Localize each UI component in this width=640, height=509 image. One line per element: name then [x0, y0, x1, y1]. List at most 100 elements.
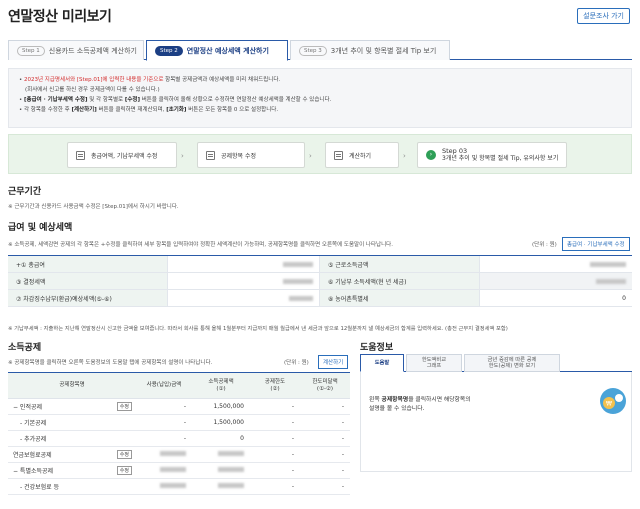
row-value: [480, 256, 632, 272]
deduction-name[interactable]: - 기본공제: [20, 418, 46, 427]
row-value: 0: [622, 294, 626, 302]
notice-line-3: • [총급여 · 기납부세액 수정] 및 각 항목별로 [수정] 버튼을 클릭하…: [19, 97, 332, 103]
arrow-right-icon: ›: [181, 152, 184, 160]
survey-button[interactable]: 설문조사 가기: [577, 8, 630, 24]
work-period-heading: 근무기간: [8, 187, 42, 197]
row-value: [168, 273, 320, 289]
notice-bold: [수정]: [124, 97, 140, 103]
deduction-table: 공제항목명 사용(납입)금액 소득공제액 (①) 공제한도 (②) 한도미달액 …: [8, 372, 350, 495]
row-value: [168, 256, 320, 272]
table-row: − 인적공제 수정 - 1,500,000 - -: [8, 399, 350, 415]
edit-button[interactable]: 수정: [116, 402, 132, 411]
flow-label: 계산하기: [349, 152, 372, 160]
tab-step-3[interactable]: Step 3 3개년 추이 및 항목별 절세 Tip 보기: [290, 40, 450, 60]
deduction-amount: 0: [240, 435, 244, 442]
notice-bold: [계산하기]: [71, 107, 97, 113]
deduction-amount: 1,500,000: [213, 419, 244, 426]
step-tabs: Step 1 신용카드 소득공제액 계산하기 Step 2 연말정산 예상세액 …: [8, 40, 632, 61]
flow-edit-salary[interactable]: 총급여액, 기납부세액 수정: [67, 142, 177, 168]
table-row: - 추가공제 - 0 - -: [8, 431, 350, 447]
flow-edit-deductions[interactable]: 공제항목 수정: [197, 142, 305, 168]
flow-step-3[interactable]: › Step 03 3개년 추이 및 항목별 절세 Tip, 유의사항 보기: [417, 142, 567, 168]
row-label: ⑧ 농어촌특별세: [320, 290, 480, 306]
coin-mascot-icon: ₩: [600, 388, 626, 414]
svg-text:₩: ₩: [606, 401, 612, 408]
notice-text: 각 항목을 수정한 후: [24, 107, 72, 113]
deduction-amount: [192, 467, 250, 474]
tab-step-2[interactable]: Step 2 연말정산 예상세액 계산하기: [146, 40, 288, 61]
col-header: 사용(납입)금액: [146, 382, 182, 388]
notice-bold: [총급여 · 기납부세액 수정]: [24, 97, 88, 103]
edit-salary-button[interactable]: 총급여 · 기납부세액 수정: [562, 237, 630, 251]
edit-button[interactable]: 수정: [116, 466, 132, 475]
row-label: ⑦ 차감징수납부(환급)예상세액(⑤-⑥): [8, 290, 168, 306]
document-icon: [206, 150, 215, 160]
paid-amount: [136, 483, 192, 490]
help-text: 왼쪽 공제항목명을 클릭하시면 해당항목의 설명을 볼 수 있습니다.: [369, 396, 623, 414]
notice-text: 항목별 공제금액과 예상세액을 미리 채워드립니다.: [163, 77, 281, 83]
row-label[interactable]: +① 총급여: [8, 256, 168, 272]
paid-amount: [136, 451, 192, 458]
notice-text: 버튼을 클릭하여 올해 상황으로 수정하면 연말정산 예상세액을 계산할 수 있…: [139, 97, 332, 103]
step-circle-icon: ›: [426, 150, 436, 160]
shortfall-amount: -: [341, 435, 344, 442]
table-row: ⑦ 차감징수납부(환급)예상세액(⑤-⑥) ⑧ 농어촌특별세 0: [8, 290, 632, 307]
limit-amount: -: [291, 467, 294, 474]
notice-line-4: • 각 항목을 수정한 후 [계산하기] 버튼을 클릭하면 재계산되며, [초기…: [19, 107, 279, 113]
help-tabs: 도움말 한도액비교 그래프 금년 증감에 따른 공제 한도(공제) 변화 보기: [360, 354, 632, 372]
notice-text: 버튼은 모든 항목을 0 으로 설정합니다.: [186, 107, 279, 113]
row-label: ③ 결정세액: [8, 273, 168, 289]
salary-heading: 급여 및 예상세액: [8, 223, 73, 233]
step-badge: Step 2: [155, 45, 183, 56]
col-header: 공제한도 (②): [264, 378, 286, 392]
process-flow: 총급여액, 기납부세액 수정 › 공제항목 수정 › 계산하기 › › Step …: [8, 134, 632, 174]
shortfall-amount: -: [341, 451, 344, 458]
shortfall-amount: -: [341, 419, 344, 426]
edit-button[interactable]: 수정: [116, 450, 132, 459]
unit-label: (단위 : 원): [532, 242, 557, 248]
notice-box: • 2023년 지급명세서와 [Step.01]에 입력한 내용을 기준으로 항…: [8, 68, 632, 128]
deduction-name[interactable]: − 인적공제: [13, 402, 42, 411]
col-header: 공제항목명: [59, 382, 85, 388]
table-row: ③ 결정세액 ⑥ 기납부 소득세액(현 년 세금): [8, 273, 632, 290]
flow-calculate[interactable]: 계산하기: [325, 142, 399, 168]
tab-limit-graph[interactable]: 한도액비교 그래프: [406, 354, 462, 372]
notice-text: 및 각 항목별로: [87, 97, 125, 103]
arrow-right-icon: ›: [403, 152, 406, 160]
notice-line-2: (회사에서 신고를 하신 경우 공제금액이 다를 수 있습니다.): [25, 87, 160, 93]
document-icon: [76, 150, 85, 160]
row-value: [480, 273, 632, 289]
deduction-amount: [192, 483, 250, 490]
tab-label: 3개년 추이 및 항목별 절세 Tip 보기: [330, 46, 437, 55]
calculator-icon: [334, 150, 343, 160]
deduction-name[interactable]: - 건강보험료 등: [20, 482, 59, 491]
notice-bold: [초기화]: [166, 107, 187, 113]
table-header: 공제항목명 사용(납입)금액 소득공제액 (①) 공제한도 (②) 한도미달액 …: [8, 373, 350, 399]
tab-change-view[interactable]: 금년 증감에 따른 공제 한도(공제) 변화 보기: [464, 354, 560, 372]
tab-help[interactable]: 도움말: [360, 354, 404, 372]
work-period-note: ※ 근무기간과 신용카드 사용금액 수정은 [Step.01]에서 하시기 바랍…: [8, 204, 179, 210]
notice-text: 버튼을 클릭하면 재계산되며,: [96, 107, 167, 113]
deduction-name[interactable]: - 추가공제: [20, 434, 46, 443]
notice-line-1: • 2023년 지급명세서와 [Step.01]에 입력한 내용을 기준으로 항…: [19, 77, 281, 83]
income-note: ※ 공제항목명을 클릭하면 오른쪽 도움정보의 도움말 탭에 공제항목의 설명이…: [8, 360, 213, 366]
flow-label: 공제항목 수정: [221, 152, 257, 160]
notice-highlight: 2023년 지급명세서와 [Step.01]에 입력한 내용을 기준으로: [24, 77, 164, 83]
limit-amount: -: [291, 419, 294, 426]
deduction-amount: [192, 451, 250, 458]
calculate-button[interactable]: 계산하기: [318, 355, 349, 369]
deduction-name[interactable]: − 특별소득공제: [13, 466, 53, 475]
table-row: 연금보험료공제 수정 - -: [8, 447, 350, 463]
tab-step-1[interactable]: Step 1 신용카드 소득공제액 계산하기: [8, 40, 144, 60]
help-text-part: 왼쪽: [369, 397, 382, 403]
flow-step3-text: Step 03 3개년 추이 및 항목별 절세 Tip, 유의사항 보기: [442, 147, 558, 163]
limit-amount: -: [291, 403, 294, 410]
table-row: - 기본공제 - 1,500,000 - -: [8, 415, 350, 431]
deduction-name[interactable]: 연금보험료공제: [13, 450, 52, 459]
row-label: ⑤ 근로소득금액: [320, 256, 480, 272]
arrow-right-icon: ›: [309, 152, 312, 160]
col-header: 한도미달액 (①-②): [312, 378, 338, 392]
income-heading: 소득공제: [8, 343, 42, 353]
tab-label: 신용카드 소득공제액 계산하기: [48, 46, 137, 55]
row-label: ⑥ 기납부 소득세액(현 년 세금): [320, 273, 480, 289]
